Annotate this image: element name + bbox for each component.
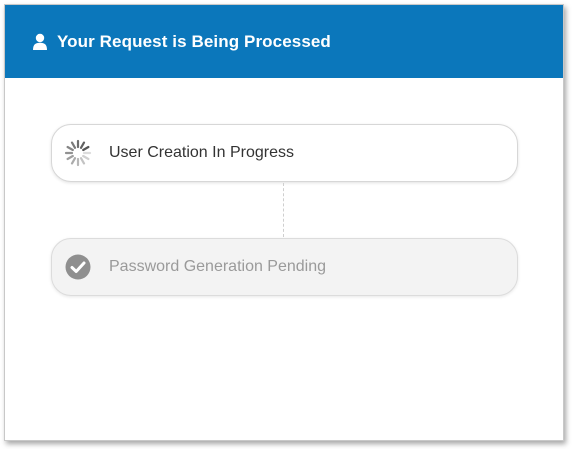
- step-connector: [283, 183, 284, 237]
- step-label-user-creation: User Creation In Progress: [109, 144, 294, 161]
- step-label-password-generation: Password Generation Pending: [109, 258, 327, 275]
- dialog-header: Your Request is Being Processed: [5, 5, 563, 78]
- step-user-creation: User Creation In Progress: [51, 124, 518, 182]
- user-icon: [32, 33, 48, 51]
- processing-dialog: Your Request is Being Processed User Cre…: [4, 4, 564, 441]
- spinner-icon: [64, 139, 92, 167]
- check-circle-icon: [64, 253, 92, 281]
- step-password-generation: Password Generation Pending: [51, 238, 518, 296]
- dialog-title: Your Request is Being Processed: [57, 31, 331, 51]
